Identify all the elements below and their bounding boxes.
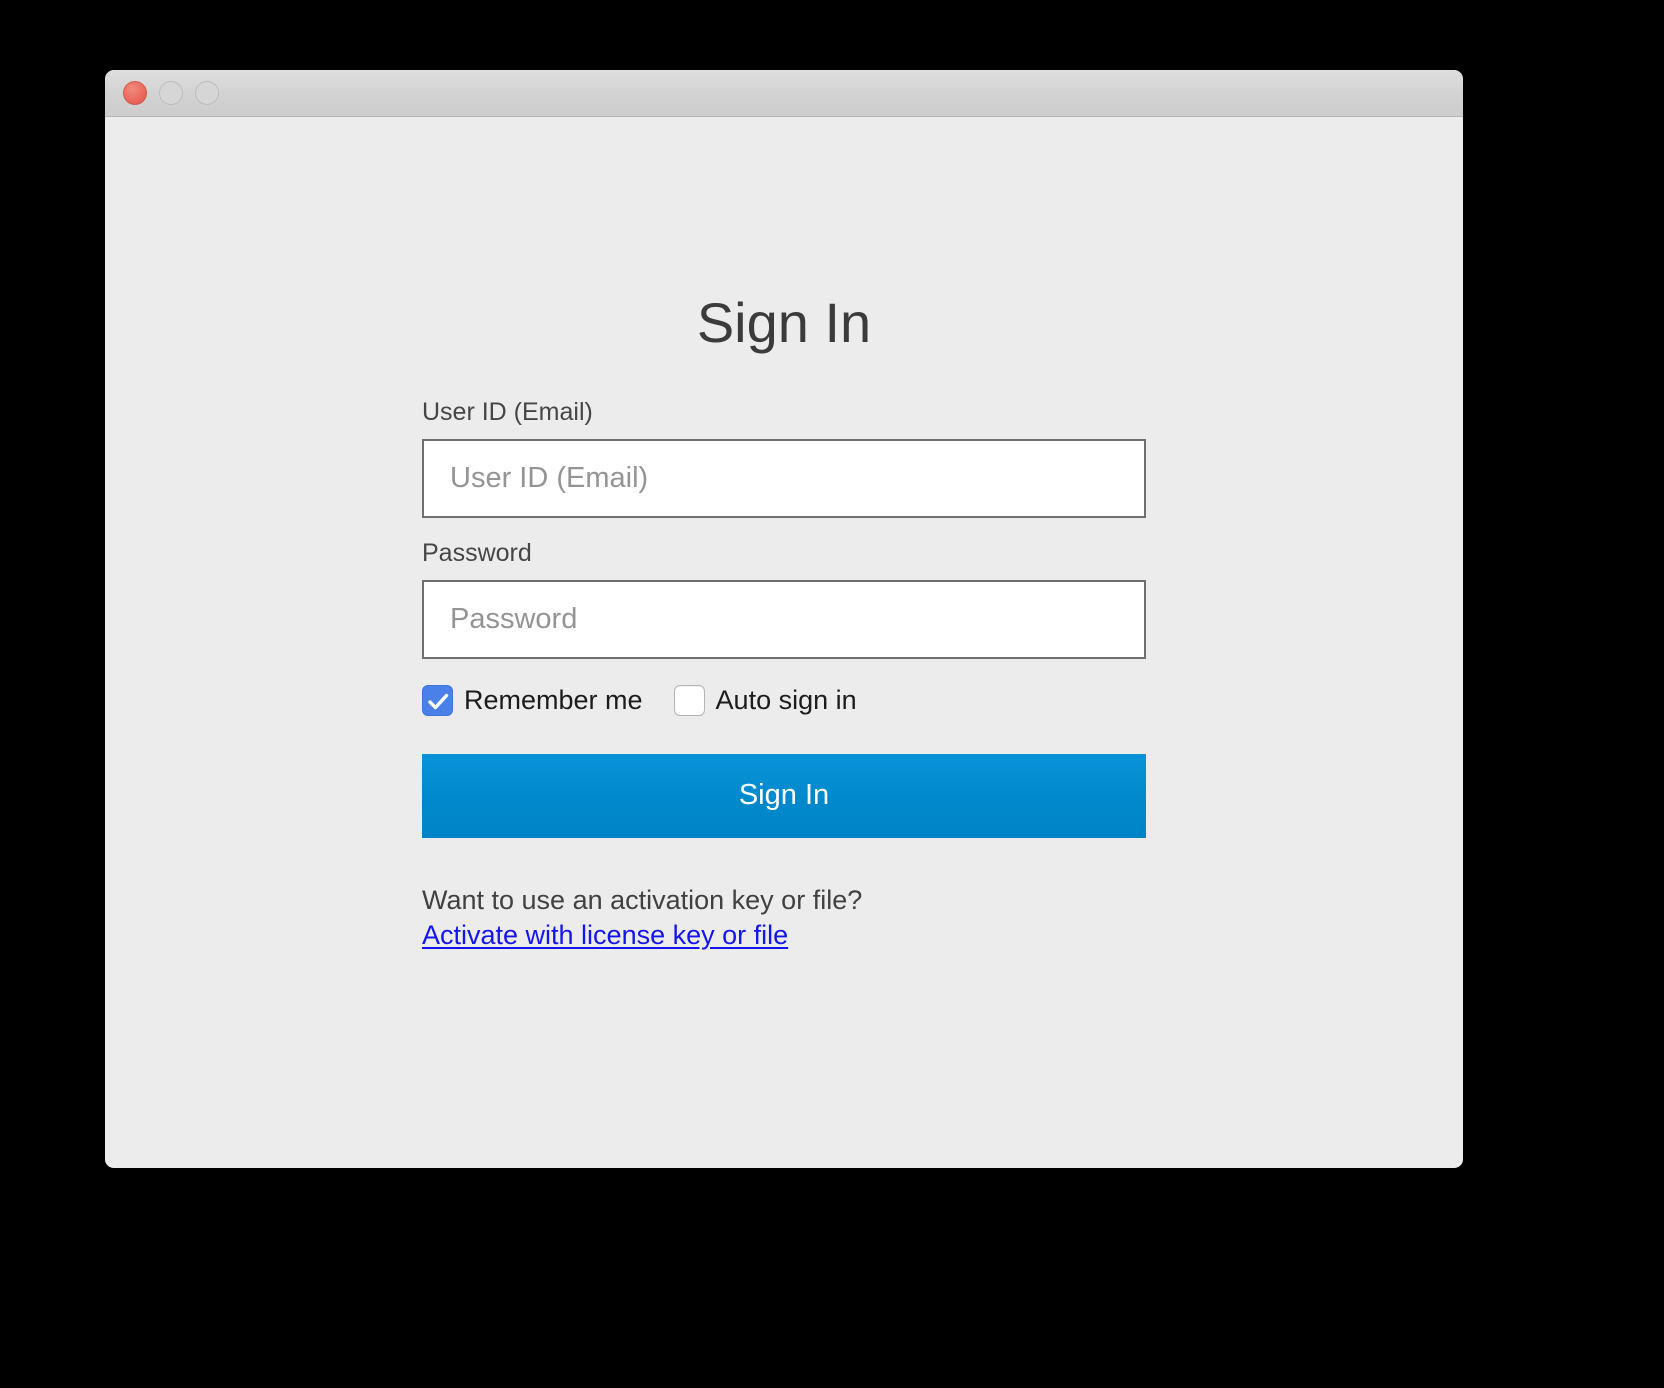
close-window-button[interactable] xyxy=(123,81,147,105)
window-titlebar[interactable] xyxy=(105,70,1463,117)
sign-in-submit-button[interactable]: Sign In xyxy=(422,753,1146,838)
user-id-field-group: User ID (Email) xyxy=(422,397,1146,518)
auto-sign-in-label: Auto sign in xyxy=(715,685,857,716)
zoom-window-button xyxy=(195,81,219,105)
activation-prompt-text: Want to use an activation key or file? xyxy=(422,884,863,915)
password-label: Password xyxy=(422,538,532,567)
window-content-area: Sign In User ID (Email) Password xyxy=(105,117,1463,1167)
remember-me-label: Remember me xyxy=(464,685,643,716)
activation-section: Want to use an activation key or file? A… xyxy=(422,885,1146,952)
user-id-input[interactable] xyxy=(422,438,1146,518)
remember-me-checkbox[interactable] xyxy=(422,685,453,717)
application-window: Sign In User ID (Email) Password xyxy=(105,70,1463,1168)
desktop-backdrop: Sign In User ID (Email) Password xyxy=(0,0,1664,1388)
user-id-label: User ID (Email) xyxy=(422,397,593,426)
options-row: Remember me Auto sign in xyxy=(422,684,1146,718)
minimize-window-button xyxy=(159,81,183,105)
password-input[interactable] xyxy=(422,579,1146,659)
checkmark-icon xyxy=(428,693,449,710)
sign-in-form: Sign In User ID (Email) Password xyxy=(422,292,1146,952)
auto-sign-in-checkbox[interactable] xyxy=(673,685,705,717)
auto-sign-in-checkbox-item[interactable]: Auto sign in xyxy=(673,685,857,717)
remember-me-checkbox-item[interactable]: Remember me xyxy=(422,685,643,717)
activate-with-license-link[interactable]: Activate with license key or file xyxy=(422,920,788,952)
window-controls xyxy=(123,81,219,105)
page-title: Sign In xyxy=(696,291,872,354)
password-field-group: Password xyxy=(422,538,1146,659)
